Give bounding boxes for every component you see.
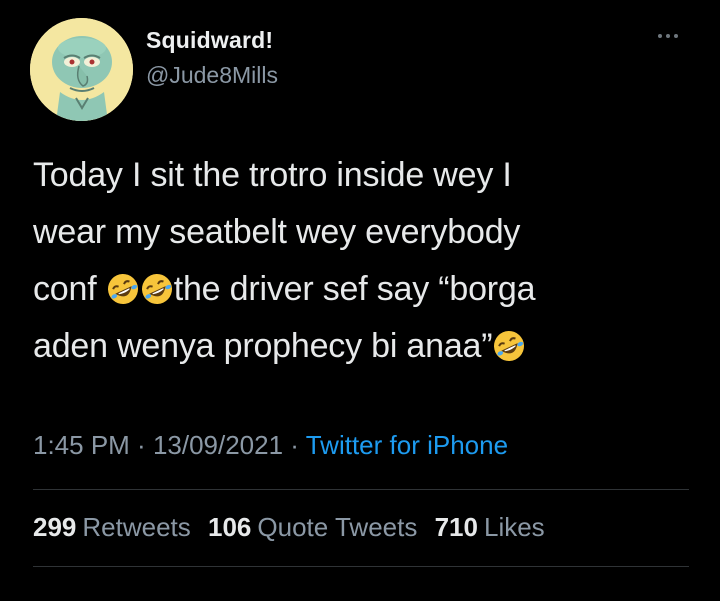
divider: [33, 566, 689, 567]
user-handle[interactable]: @Jude8Mills: [146, 62, 278, 89]
divider: [33, 489, 689, 490]
tweet-meta: 1:45 PM · 13/09/2021 · Twitter for iPhon…: [33, 430, 508, 461]
retweets-stat[interactable]: 299 Retweets: [33, 512, 191, 542]
tweet-date[interactable]: 13/09/2021: [153, 430, 283, 460]
tweet-card: Squidward! @Jude8Mills Today I sit the t…: [0, 0, 720, 601]
rofl-emoji-icon: [141, 273, 173, 305]
quote-tweets-count: 106: [208, 512, 252, 542]
display-name[interactable]: Squidward!: [146, 27, 273, 54]
retweets-count: 299: [33, 512, 77, 542]
rofl-emoji-icon: [107, 273, 139, 305]
avatar[interactable]: [30, 18, 133, 121]
tweet-line-3: conf the driver sef say “borga: [33, 261, 683, 318]
tweet-line-4-text: aden wenya prophecy bi anaa”: [33, 327, 493, 365]
tweet-line-3-text-a: conf: [33, 270, 97, 308]
rofl-emoji-icon: [493, 330, 525, 362]
tweet-source-link[interactable]: Twitter for iPhone: [306, 430, 508, 460]
retweets-label: Retweets: [82, 512, 191, 542]
engagement-stats: 299 Retweets 106 Quote Tweets 710 Likes: [33, 512, 555, 543]
squidward-avatar-image: [30, 18, 133, 121]
tweet-line-1: Today I sit the trotro inside wey I: [33, 156, 512, 194]
likes-stat[interactable]: 710 Likes: [435, 512, 545, 542]
tweet-line-3-text-b: the driver sef say “borga: [173, 270, 536, 308]
tweet-line-2: wear my seatbelt wey everybody: [33, 213, 521, 251]
quote-tweets-stat[interactable]: 106 Quote Tweets: [208, 512, 417, 542]
meta-separator: ·: [283, 430, 306, 460]
quote-tweets-label: Quote Tweets: [257, 512, 418, 542]
more-options-icon[interactable]: [652, 26, 684, 42]
tweet-time[interactable]: 1:45 PM: [33, 430, 130, 460]
tweet-line-4: aden wenya prophecy bi anaa”: [33, 318, 683, 375]
meta-separator: ·: [129, 430, 153, 460]
likes-label: Likes: [483, 512, 545, 542]
likes-count: 710: [434, 512, 478, 542]
tweet-text: Today I sit the trotro inside wey I wear…: [33, 147, 683, 375]
